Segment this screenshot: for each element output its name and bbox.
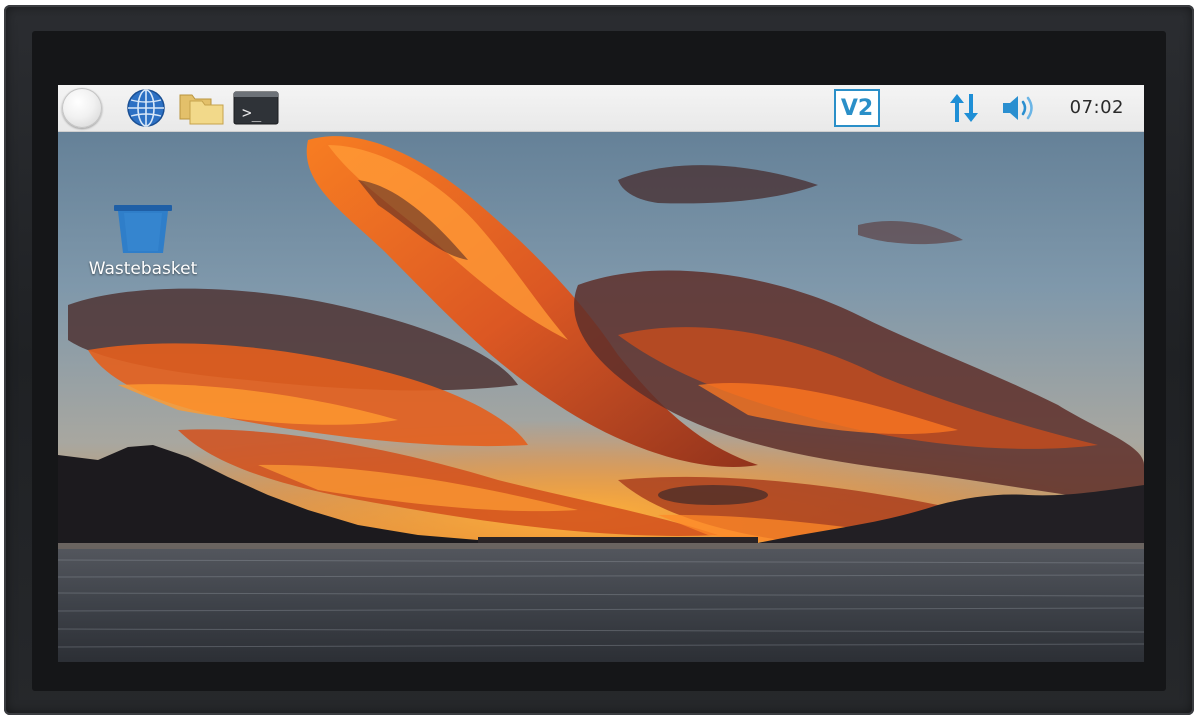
menu-button[interactable]: [62, 88, 102, 128]
globe-browser-icon: [127, 89, 165, 127]
desktop-wallpaper: [58, 85, 1144, 662]
volume-button[interactable]: [998, 90, 1042, 126]
web-browser-button[interactable]: [126, 89, 166, 127]
terminal-icon: >_: [233, 91, 279, 125]
wastebasket-icon: [114, 205, 172, 253]
file-manager-button[interactable]: [178, 90, 226, 126]
taskbar: >_ V2 07:02: [58, 85, 1144, 132]
vnc-label: V2: [840, 95, 874, 121]
screen: >_ V2 07:02 Wastebasket: [58, 85, 1144, 662]
desktop-icon-label: Wastebasket: [88, 259, 198, 279]
raspberry-menu-icon: [62, 88, 102, 128]
network-button[interactable]: [944, 90, 984, 126]
clock[interactable]: 07:02: [1070, 97, 1124, 118]
terminal-glyph: >_: [242, 103, 262, 122]
speaker-volume-icon: [1003, 96, 1033, 120]
vnc-viewer-icon: V2: [834, 89, 880, 127]
desktop-icon-wastebasket[interactable]: Wastebasket: [78, 203, 208, 279]
network-up-down-icon: [950, 94, 978, 122]
folders-icon: [179, 94, 224, 125]
terminal-button[interactable]: >_: [232, 90, 280, 126]
vnc-button[interactable]: V2: [832, 89, 882, 127]
